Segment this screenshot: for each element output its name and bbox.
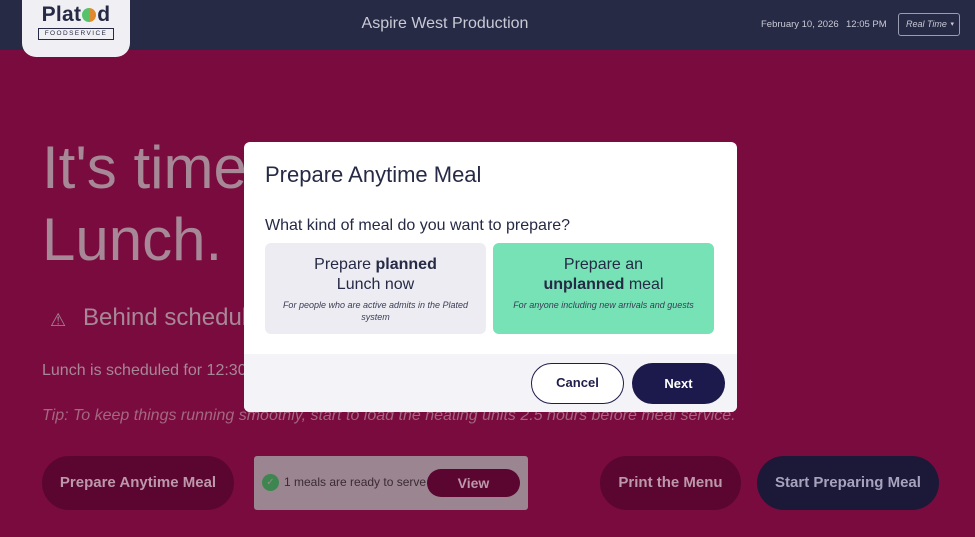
unplanned-option-heading: Prepare an xyxy=(563,256,644,273)
chevron-down-icon: ▾ xyxy=(950,21,954,28)
header-time: 12:05 PM xyxy=(846,19,887,30)
mode-dropdown[interactable]: Real Time ▾ xyxy=(898,13,960,36)
planned-meal-option[interactable]: Prepare planned Lunch now For people who… xyxy=(265,243,486,334)
planned-option-description: For people who are active admits in the … xyxy=(282,300,469,322)
warning-icon: ⚠ xyxy=(50,310,67,331)
logo-wordmark: Plat d xyxy=(41,3,111,26)
dialog-question: What kind of meal do you want to prepare… xyxy=(265,217,571,234)
check-circle-icon: ✓ xyxy=(262,474,279,491)
unplanned-option-description: For anyone including new arrivals and gu… xyxy=(513,300,694,310)
page-title: Aspire West Production xyxy=(361,15,529,32)
plated-logo: Plat d FOODSERVICE xyxy=(22,0,130,57)
unplanned-meal-option[interactable]: Prepare an unplanned meal For anyone inc… xyxy=(493,243,714,334)
dialog-title: Prepare Anytime Meal xyxy=(265,162,482,187)
behind-schedule-text: Behind schedule xyxy=(83,304,261,331)
next-button[interactable]: Next xyxy=(632,363,725,404)
prepare-anytime-meal-dialog: Prepare Anytime Meal What kind of meal d… xyxy=(244,142,737,412)
planned-option-subheading: Lunch now xyxy=(336,276,415,293)
app-header: Plat d FOODSERVICE Aspire West Production… xyxy=(0,0,975,57)
print-menu-button[interactable]: Print the Menu xyxy=(600,456,741,510)
header-date: February 10, 2026 xyxy=(761,19,839,30)
logo-dot-icon xyxy=(82,8,97,22)
cancel-button[interactable]: Cancel xyxy=(531,363,624,404)
view-button[interactable]: View xyxy=(427,469,520,497)
ready-meals-panel: ✓ 1 meals are ready to serve View xyxy=(254,456,528,510)
mode-value: Real Time xyxy=(906,19,947,29)
logo-subtitle: FOODSERVICE xyxy=(38,28,114,40)
planned-option-heading: Prepare planned xyxy=(314,256,437,273)
start-preparing-meal-button[interactable]: Start Preparing Meal xyxy=(757,456,939,510)
ready-meals-text: 1 meals are ready to serve xyxy=(284,475,427,489)
scheduled-text: Lunch is scheduled for 12:30 P xyxy=(42,362,262,379)
unplanned-option-subheading: unplanned meal xyxy=(543,276,664,293)
prepare-anytime-meal-button[interactable]: Prepare Anytime Meal xyxy=(42,456,234,510)
headline-line-1: It's time xyxy=(42,134,247,201)
headline-line-2: Lunch. xyxy=(42,206,223,273)
